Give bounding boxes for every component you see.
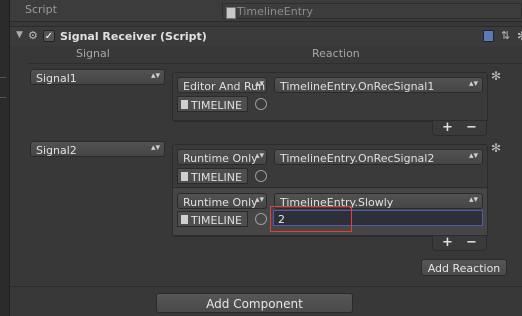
signal2-target-field[interactable]: TIMELINE <box>177 168 248 184</box>
mode-label: Editor And Run <box>183 80 266 93</box>
column-header-row: Signal Reaction <box>28 46 522 64</box>
help-book-icon[interactable] <box>483 30 494 42</box>
script-value: TimelineEntry <box>237 5 314 18</box>
target-label: TIMELINE <box>191 99 242 112</box>
dropdown-arrow-icon: ▴▾ <box>254 195 264 205</box>
method-label: TimelineEntry.OnRecSignal1 <box>280 80 435 93</box>
mode-label: Runtime Only <box>183 196 258 209</box>
signal2-method-dropdown[interactable]: TimelineEntry.OnRecSignal2 ▴▾ <box>274 149 483 165</box>
dropdown-arrow-icon: ▴▾ <box>468 195 478 205</box>
signal2-name: Signal2 <box>36 144 77 157</box>
object-picker-icon[interactable] <box>255 170 267 182</box>
signal1-mode-dropdown[interactable]: Editor And Run ▴▾ <box>177 77 267 93</box>
script-object-field[interactable]: TimelineEntry <box>222 3 522 19</box>
add-reaction-button[interactable]: Add Reaction <box>421 259 507 276</box>
add-reaction-plus-button[interactable]: + <box>442 120 453 135</box>
method-label: TimelineEntry.OnRecSignal2 <box>280 152 435 165</box>
signal2-mode-dropdown-2[interactable]: Runtime Only ▴▾ <box>177 193 267 209</box>
script-file-icon <box>226 7 236 19</box>
signal2-add-remove-bar: + − <box>432 235 487 251</box>
signal-column-header: Signal <box>76 47 110 60</box>
foldout-arrow-icon[interactable]: ▼ <box>16 30 23 40</box>
dropdown-arrow-icon: ▴▾ <box>468 151 478 161</box>
remove-reaction-minus-button[interactable]: − <box>466 235 477 250</box>
signal2-target-field-2[interactable]: TIMELINE <box>177 211 248 227</box>
script-type-icon: ⚙ <box>28 29 38 42</box>
dropdown-arrow-icon: ▴▾ <box>150 71 160 81</box>
target-label: TIMELINE <box>191 171 242 184</box>
component-title: Signal Receiver (Script) <box>60 30 207 43</box>
component-header[interactable]: ▼ ⚙ ✓ Signal Receiver (Script) ⇅ ✻ <box>10 26 522 46</box>
signal1-settings-gear-icon[interactable]: ✻ <box>491 69 501 83</box>
signal1-dropdown[interactable]: Signal1 ▴▾ <box>30 69 165 85</box>
signal2-mode-dropdown[interactable]: Runtime Only ▴▾ <box>177 149 267 165</box>
signal1-add-remove-bar: + − <box>432 120 487 136</box>
dropdown-arrow-icon: ▴▾ <box>254 79 264 89</box>
component-settings-gear-icon[interactable]: ✻ <box>517 29 522 43</box>
script-label: Script <box>25 3 57 16</box>
left-edge-tick <box>0 77 6 78</box>
signal1-method-dropdown[interactable]: TimelineEntry.OnRecSignal1 ▴▾ <box>274 77 483 93</box>
object-picker-icon[interactable] <box>255 213 267 225</box>
remove-reaction-minus-button[interactable]: − <box>466 120 477 135</box>
mode-label: Runtime Only <box>183 152 258 165</box>
reaction-column-header: Reaction <box>312 47 360 60</box>
add-component-button[interactable]: Add Component <box>156 293 353 313</box>
left-panel-edge <box>0 0 10 316</box>
dropdown-arrow-icon: ▴▾ <box>468 79 478 89</box>
dropdown-arrow-icon: ▴▾ <box>254 151 264 161</box>
timeline-asset-icon <box>181 100 188 109</box>
dropdown-arrow-icon: ▴▾ <box>150 143 160 153</box>
timeline-asset-icon <box>181 172 188 181</box>
timeline-asset-icon <box>181 215 188 224</box>
target-label: TIMELINE <box>191 214 242 227</box>
enabled-checkbox[interactable]: ✓ <box>43 30 55 42</box>
component-separator <box>10 286 522 287</box>
signal1-name: Signal1 <box>36 72 77 85</box>
signal1-target-field[interactable]: TIMELINE <box>177 96 248 112</box>
add-reaction-plus-button[interactable]: + <box>442 235 453 250</box>
presets-icon[interactable]: ⇅ <box>501 29 510 42</box>
signal2-settings-gear-icon[interactable]: ✻ <box>491 141 501 155</box>
selection-highlight-box <box>270 206 352 232</box>
object-picker-icon[interactable] <box>255 98 267 110</box>
signal2-dropdown[interactable]: Signal2 ▴▾ <box>30 141 165 157</box>
left-edge-tick <box>0 97 6 98</box>
